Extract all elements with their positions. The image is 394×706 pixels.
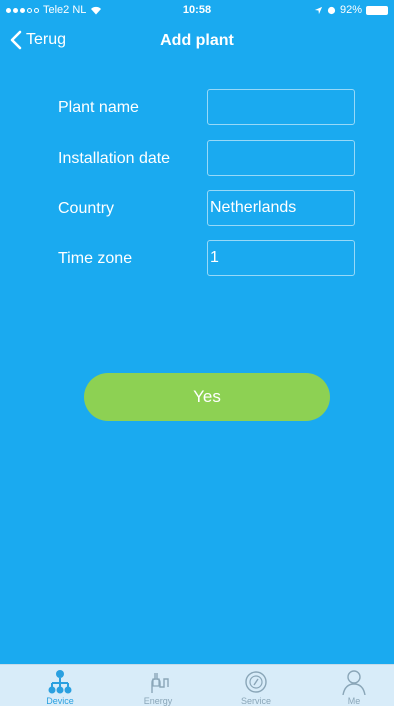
location-arrow-icon	[314, 6, 323, 14]
tab-device[interactable]: Device	[20, 665, 100, 706]
yes-button[interactable]: Yes	[84, 373, 330, 421]
alarm-icon	[327, 6, 336, 14]
plant-name-input[interactable]	[207, 89, 355, 125]
tab-energy-label: Energy	[143, 696, 173, 706]
country-row: Country	[0, 190, 394, 230]
tab-bar: Device Energy Service Me	[0, 664, 394, 706]
tab-service-label: Service	[240, 696, 271, 706]
status-right: 92%	[314, 4, 388, 16]
time-zone-row: Time zone	[0, 240, 394, 280]
person-icon	[342, 670, 366, 695]
service-icon	[245, 671, 267, 693]
tab-me[interactable]: Me	[314, 665, 394, 706]
installation-date-label: Installation date	[58, 150, 171, 167]
tab-energy[interactable]: Energy	[118, 665, 198, 706]
screen: Tele2 NL 10:58 92% Terug Add plant Plant…	[0, 0, 394, 706]
battery-icon	[366, 5, 388, 15]
status-bar: Tele2 NL 10:58 92%	[0, 0, 394, 20]
tab-service[interactable]: Service	[216, 665, 296, 706]
plant-name-row: Plant name	[0, 89, 394, 129]
installation-date-input[interactable]	[207, 140, 355, 176]
nav-bar: Terug Add plant	[0, 20, 394, 64]
country-input[interactable]	[207, 190, 355, 226]
plant-name-label: Plant name	[58, 99, 139, 116]
tab-device-label: Device	[46, 696, 74, 706]
country-label: Country	[58, 200, 115, 217]
installation-date-row: Installation date	[0, 140, 394, 180]
battery-percent: 92%	[339, 4, 362, 16]
energy-icon	[151, 673, 169, 693]
tab-me-label: Me	[347, 696, 361, 706]
device-network-icon	[48, 670, 72, 694]
time-zone-input[interactable]	[207, 240, 355, 276]
page-title: Add plant	[160, 32, 234, 49]
time-zone-label: Time zone	[58, 250, 133, 267]
